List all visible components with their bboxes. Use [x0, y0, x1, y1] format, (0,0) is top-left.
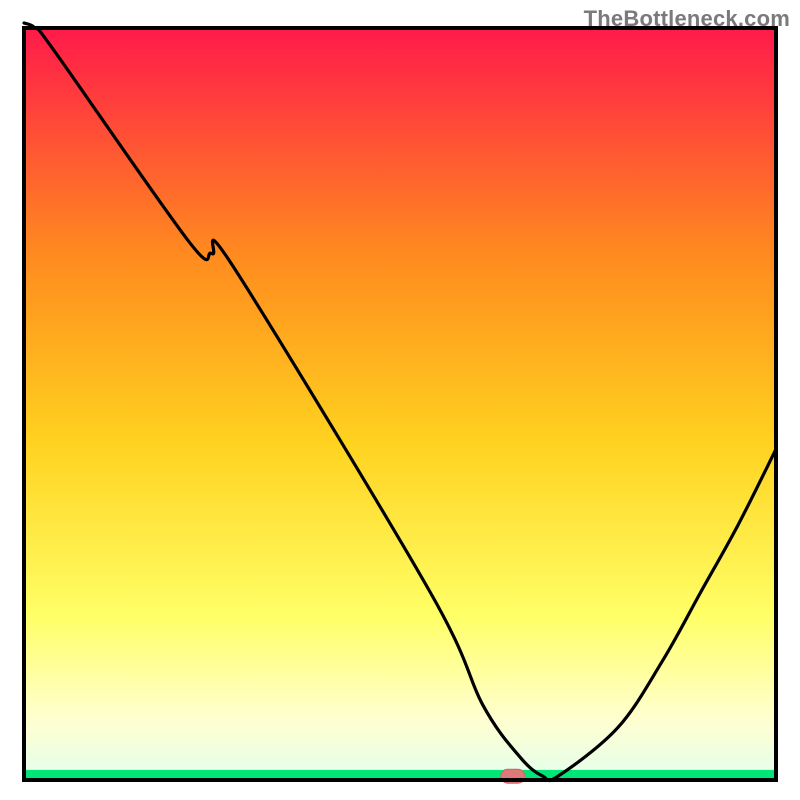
- bottleneck-chart: [0, 0, 800, 800]
- chart-container: TheBottleneck.com: [0, 0, 800, 800]
- watermark-text: TheBottleneck.com: [584, 6, 790, 32]
- gradient-background: [24, 28, 776, 780]
